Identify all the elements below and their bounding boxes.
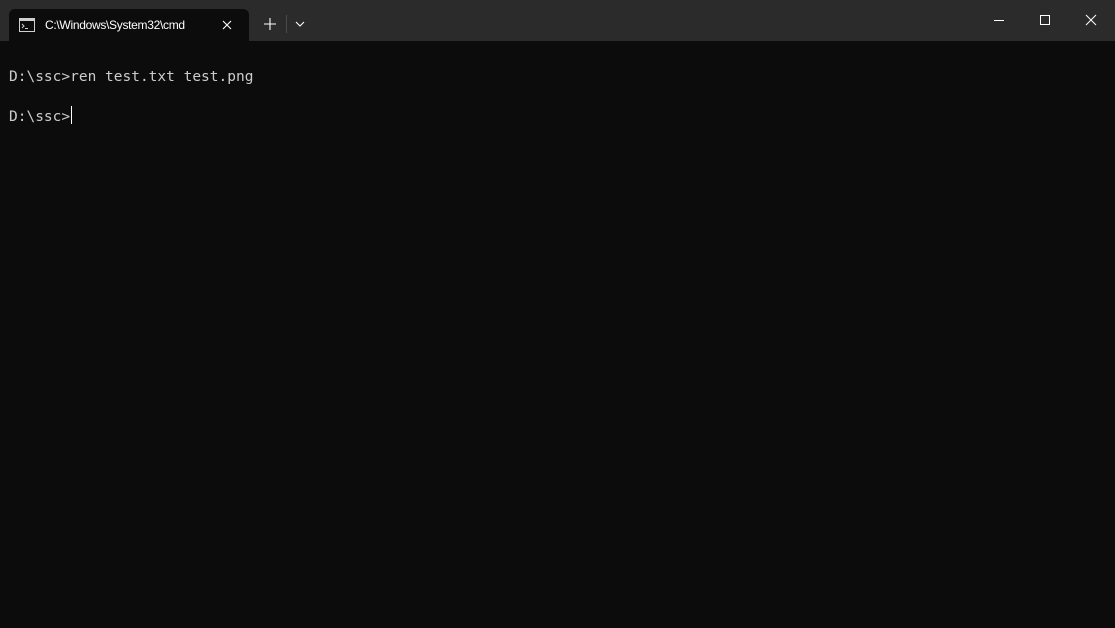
tab-separator xyxy=(286,15,287,33)
terminal-prompt: D:\ssc> xyxy=(9,109,71,125)
terminal-prompt-line[interactable]: D:\ssc> xyxy=(9,106,73,127)
plus-icon xyxy=(264,18,276,30)
new-tab-button[interactable] xyxy=(256,9,284,39)
maximize-button[interactable] xyxy=(1022,0,1068,41)
minimize-button[interactable] xyxy=(976,0,1022,41)
tab-cmd[interactable]: C:\Windows\System32\cmd xyxy=(9,9,249,41)
tab-dropdown-button[interactable] xyxy=(288,9,312,39)
cmd-icon xyxy=(19,18,35,32)
minimize-icon xyxy=(994,20,1004,21)
close-icon xyxy=(222,20,232,30)
text-cursor xyxy=(71,106,73,124)
terminal-line: D:\ssc>ren test.txt test.png xyxy=(9,69,254,85)
tab-title: C:\Windows\System32\cmd xyxy=(45,18,185,32)
chevron-down-icon xyxy=(295,21,305,27)
terminal-output[interactable]: D:\ssc>ren test.txt test.png D:\ssc> xyxy=(0,41,1115,628)
close-icon xyxy=(1085,14,1097,26)
title-bar[interactable]: C:\Windows\System32\cmd xyxy=(0,0,1115,41)
maximize-icon xyxy=(1040,15,1050,25)
tab-close-button[interactable] xyxy=(219,17,235,33)
close-button[interactable] xyxy=(1068,0,1114,41)
terminal-window: C:\Windows\System32\cmd D:\ssc>ren test.… xyxy=(0,0,1115,628)
